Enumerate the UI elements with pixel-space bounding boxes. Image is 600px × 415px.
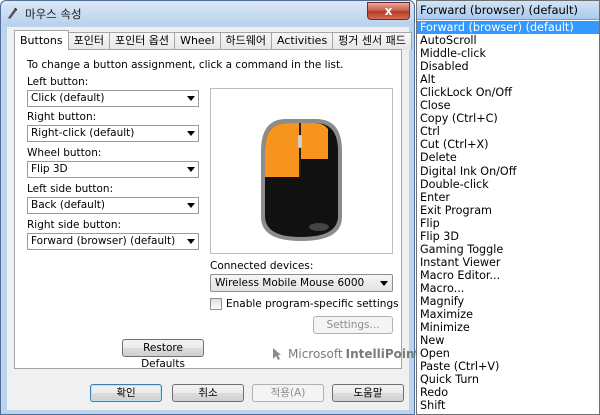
dropdown-item[interactable]: Exit Program [417, 204, 599, 217]
dropdown-item[interactable]: Quick Turn [417, 373, 599, 386]
brand-name: IntelliPoint [345, 347, 421, 361]
dropdown-item[interactable]: Disabled [417, 60, 599, 73]
wheel-button-value: Flip 3D [31, 163, 68, 175]
dropdown-item[interactable]: Copy (Ctrl+C) [417, 112, 599, 125]
window-title: 마우스 속성 [25, 7, 82, 21]
brand-prefix: Microsoft [288, 347, 343, 361]
dropdown-item[interactable]: Enter [417, 191, 599, 204]
left-side-button-label: Left side button: [27, 183, 114, 195]
left-button-value: Click (default) [31, 92, 105, 104]
dropdown-item[interactable]: Macro... [417, 282, 599, 295]
right-side-button-label: Right side button: [27, 219, 122, 231]
dropdown-item[interactable]: Double-click [417, 178, 599, 191]
dialog-client: Buttons 포인터 포인터 옵션 Wheel 하드웨어 Activities… [7, 27, 420, 410]
dropdown-item[interactable]: Close [417, 99, 599, 112]
wheel-button-label: Wheel button: [27, 147, 102, 159]
chevron-down-icon [187, 96, 195, 101]
buttons-panel: To change a button assignment, click a c… [14, 49, 420, 370]
title-bar[interactable]: 마우스 속성 x [1, 1, 414, 25]
left-side-button-select[interactable]: Back (default) [27, 197, 199, 214]
dropdown-item[interactable]: Magnify [417, 295, 599, 308]
chevron-down-icon [187, 167, 195, 172]
intellipoint-brand: Microsoft IntelliPoint [272, 347, 420, 361]
dropdown-item[interactable]: Paste (Ctrl+V) [417, 360, 599, 373]
dropdown-item[interactable]: Flip [417, 217, 599, 230]
mouse-image [261, 119, 342, 241]
left-button-select[interactable]: Click (default) [27, 90, 199, 107]
dropdown-item[interactable]: New [417, 334, 599, 347]
dropdown-item[interactable]: Delete [417, 151, 599, 164]
left-side-button-value: Back (default) [31, 199, 105, 211]
right-button-select[interactable]: Right-click (default) [27, 125, 199, 142]
tab-wheel[interactable]: Wheel [174, 32, 221, 50]
tab-hardware[interactable]: 하드웨어 [219, 32, 272, 50]
right-side-button-select[interactable]: Forward (browser) (default) [27, 233, 199, 250]
close-button[interactable]: x [367, 2, 410, 20]
pointer-cursor-icon [273, 348, 281, 360]
dropdown-item[interactable]: Middle-click [417, 47, 599, 60]
dropdown-item[interactable]: Digital Ink On/Off [417, 165, 599, 178]
settings-button[interactable]: Settings... [313, 316, 393, 334]
dropdown-item[interactable]: Minimize [417, 321, 599, 334]
mouse-preview [210, 88, 393, 254]
right-button-value: Right-click (default) [31, 127, 135, 139]
command-list: Forward (browser) (default) AutoScroll Mid… [417, 20, 599, 412]
tab-buttons[interactable]: Buttons [14, 30, 69, 50]
left-button-label: Left button: [27, 76, 89, 88]
program-specific-label: Enable program-specific settings [226, 298, 399, 310]
dropdown-item[interactable]: Flip 3D [417, 230, 599, 243]
connected-device-value: Wireless Mobile Mouse 6000 [215, 277, 365, 289]
program-specific-option[interactable]: Enable program-specific settings [210, 298, 399, 310]
connected-devices-select[interactable]: Wireless Mobile Mouse 6000 [210, 274, 393, 292]
chevron-down-icon [187, 239, 195, 244]
apply-button[interactable]: 적용(A) [252, 384, 324, 402]
dropdown-item[interactable]: Redo [417, 386, 599, 399]
chevron-down-icon [187, 203, 195, 208]
tab-finger-sensor-pad[interactable]: 펑거 센서 패드 [332, 32, 412, 50]
tab-pointer-options[interactable]: 포인터 옵션 [108, 32, 176, 50]
dropdown-item[interactable]: Macro Editor... [417, 269, 599, 282]
instruction-text: To change a button assignment, click a c… [27, 59, 344, 71]
dropdown-item[interactable]: AutoScroll [417, 34, 599, 47]
chevron-down-icon [380, 281, 388, 286]
dropdown-item[interactable]: Maximize [417, 308, 599, 321]
dropdown-current-value[interactable]: Forward (browser) (default) [417, 1, 599, 20]
program-specific-checkbox[interactable] [210, 298, 222, 310]
dropdown-item[interactable]: Cut (Ctrl+X) [417, 138, 599, 151]
help-button[interactable]: 도움말 [332, 384, 404, 402]
tab-strip: Buttons 포인터 포인터 옵션 Wheel 하드웨어 Activities… [14, 30, 412, 50]
connected-devices-label: Connected devices: [210, 260, 314, 272]
dropdown-item[interactable]: Forward (browser) (default) [417, 21, 599, 35]
dropdown-item[interactable]: Shift [417, 399, 599, 412]
restore-defaults-button[interactable]: Restore Defaults [122, 339, 204, 370]
right-button-label: Right button: [27, 111, 97, 123]
dropdown-item[interactable]: Alt [417, 73, 599, 86]
ok-button[interactable]: 확인 [90, 384, 162, 402]
dropdown-item[interactable]: Instant Viewer [417, 256, 599, 269]
dropdown-item[interactable]: Open [417, 347, 599, 360]
wheel-button-select[interactable]: Flip 3D [27, 161, 199, 178]
dropdown-item[interactable]: ClickLock On/Off [417, 86, 599, 99]
mouse-app-icon [8, 7, 18, 19]
dropdown-item[interactable]: Gaming Toggle [417, 243, 599, 256]
tab-activities[interactable]: Activities [271, 32, 334, 50]
command-dropdown-list: Forward (browser) (default) Forward (bro… [416, 0, 600, 415]
cancel-button[interactable]: 취소 [172, 384, 244, 402]
mouse-properties-dialog: 마우스 속성 x Buttons 포인터 포인터 옵션 Wheel 하드웨어 A… [0, 0, 420, 415]
tab-pointer[interactable]: 포인터 [67, 32, 110, 50]
chevron-down-icon [187, 131, 195, 136]
right-side-button-value: Forward (browser) (default) [31, 235, 176, 247]
dropdown-item[interactable]: Ctrl [417, 125, 599, 138]
